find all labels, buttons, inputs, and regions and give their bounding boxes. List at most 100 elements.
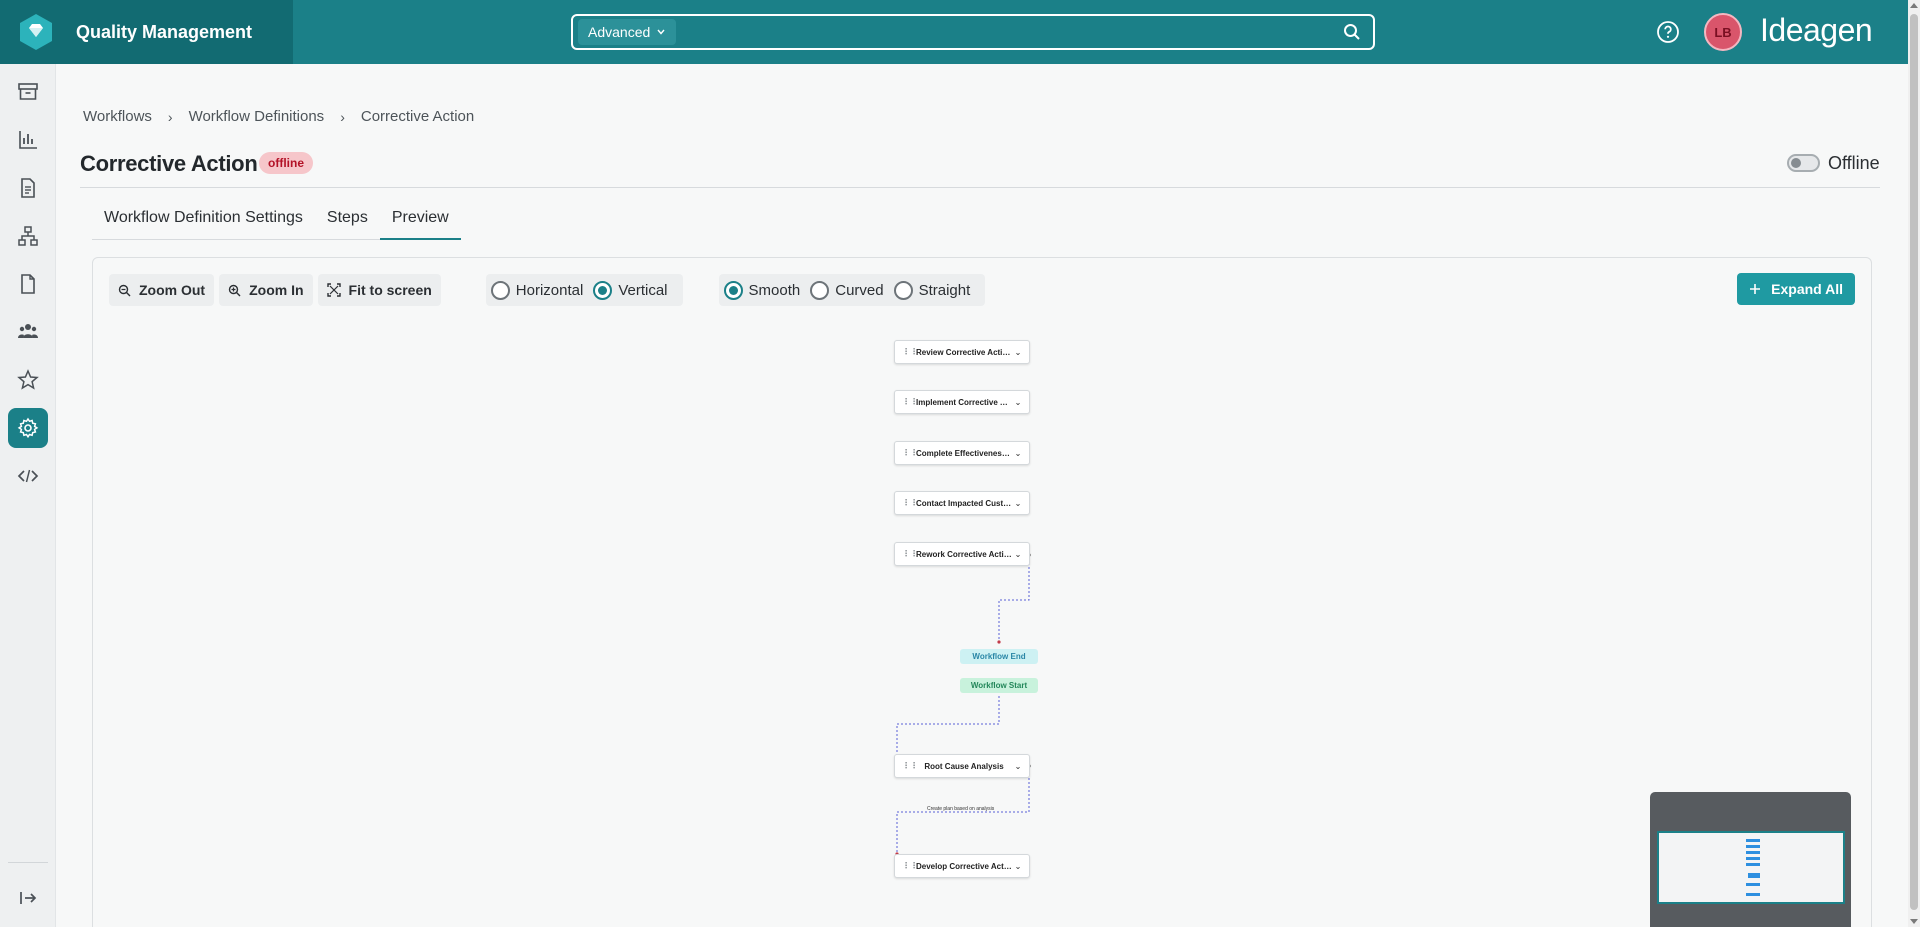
orientation-vertical[interactable]: Vertical [593,280,668,300]
zoom-out-button[interactable]: Zoom Out [109,274,215,306]
minimap[interactable] [1650,792,1851,927]
document-list-icon[interactable] [8,168,48,208]
zoom-in-button[interactable]: Zoom In [219,274,313,306]
minimap-node [1746,851,1760,854]
chart-icon[interactable] [8,120,48,160]
diamond-logo-icon[interactable] [18,12,54,52]
workflow-start-node[interactable]: Workflow Start [960,678,1038,693]
radio-vertical[interactable] [593,280,613,300]
orientation-horizontal[interactable]: Horizontal [490,280,584,300]
archive-icon[interactable] [8,72,48,112]
radio-smooth[interactable] [723,280,743,300]
app-title[interactable]: Quality Management [76,22,252,43]
help-icon[interactable] [1656,20,1680,44]
flow-node[interactable]: ⋮⋮ Contact Impacted Custo... ⌄ [894,491,1030,515]
drag-handle-icon[interactable]: ⋮⋮ [902,762,918,770]
minimap-node [1746,863,1760,866]
curved-label: Curved [835,281,884,299]
edge-style-straight[interactable]: Straight [893,280,971,300]
breadcrumb-current: Corrective Action [360,108,475,125]
search-mode-dropdown[interactable]: Advanced [578,19,677,45]
vendor-logo: Ideagen [1760,12,1873,48]
minimap-node [1746,845,1760,848]
horizontal-label: Horizontal [515,281,584,299]
minimap-node [1748,873,1760,878]
status-badge: offline [259,152,313,174]
drag-handle-icon[interactable]: ⋮⋮ [902,499,918,507]
canvas-toolbar: Zoom Out Zoom In Fit to screen Horizonta… [109,274,986,306]
straight-label: Straight [918,281,971,299]
zoom-in-icon [228,284,241,296]
chevron-down-icon[interactable]: ⌄ [1012,348,1024,357]
chevron-down-icon[interactable]: ⌄ [1012,499,1024,508]
drag-handle-icon[interactable]: ⋮⋮ [902,398,918,406]
scroll-up-icon[interactable] [1910,3,1918,8]
fit-to-screen-label: Fit to screen [348,282,432,298]
file-icon[interactable] [8,264,48,304]
fit-screen-icon [326,283,341,297]
edge-label: Create plan based on analysis [927,806,995,812]
drag-handle-icon[interactable]: ⋮⋮ [902,348,918,356]
sidebar-divider [8,862,48,863]
drag-handle-icon[interactable]: ⋮⋮ [902,449,918,457]
tab-steps[interactable]: Steps [315,208,380,240]
chevron-down-icon[interactable]: ⌄ [1012,449,1024,458]
search-input[interactable] [676,16,1337,48]
code-icon[interactable] [8,456,48,496]
scrollbar-thumb[interactable] [1910,14,1918,910]
gear-icon[interactable] [8,408,48,448]
radio-straight[interactable] [893,280,913,300]
flow-node[interactable]: ⋮⋮ Complete Effectiveness ... ⌄ [894,441,1030,465]
expand-all-label: Expand All [1771,281,1843,297]
flow-node[interactable]: ⋮⋮ Implement Corrective Ac... ⌄ [894,390,1030,414]
search-icon[interactable] [1337,17,1367,47]
chevron-down-icon[interactable]: ⌄ [1012,762,1024,771]
drag-handle-icon[interactable]: ⋮⋮ [902,862,918,870]
tab-preview[interactable]: Preview [379,208,461,240]
star-icon[interactable] [8,360,48,400]
vertical-scrollbar[interactable] [1908,0,1920,927]
offline-toggle-label: Offline [1828,153,1880,173]
flow-node[interactable]: ⋮⋮ Rework Corrective Action ⌄ [894,542,1030,566]
drag-handle-icon[interactable]: ⋮⋮ [902,550,918,558]
chevron-down-icon [657,29,665,35]
people-icon[interactable] [8,312,48,352]
flow-node[interactable]: ⋮⋮ Root Cause Analysis ⌄ [894,754,1030,778]
minimap-node [1746,857,1760,860]
minimap-node [1746,893,1760,896]
expand-all-button[interactable]: Expand All [1737,273,1855,305]
minimap-viewport[interactable] [1657,831,1845,904]
chevron-down-icon[interactable]: ⌄ [1012,550,1024,559]
edge-style-smooth[interactable]: Smooth [723,280,801,300]
hierarchy-icon[interactable] [8,216,48,256]
chevron-right-icon: › [340,108,345,125]
flow-node[interactable]: ⋮⋮ Review Corrective Actio... ⌄ [894,340,1030,364]
radio-horizontal[interactable] [490,280,510,300]
edge-style-radio-group: Smooth Curved Straight [718,274,986,306]
chevron-down-icon[interactable]: ⌄ [1012,862,1024,871]
tab-workflow-definition-settings[interactable]: Workflow Definition Settings [92,208,315,240]
avatar[interactable]: LB [1704,13,1742,51]
scroll-down-icon[interactable] [1910,919,1918,924]
brand-area: Quality Management [0,0,293,64]
smooth-label: Smooth [748,281,801,299]
workflow-end-node[interactable]: Workflow End [960,649,1038,664]
radio-curved[interactable] [810,280,830,300]
title-divider [80,187,1880,188]
breadcrumb-workflows[interactable]: Workflows [83,108,152,125]
flow-node[interactable]: ⋮⋮ Develop Corrective Acti... ⌄ [894,854,1030,878]
expand-sidebar-icon[interactable] [8,878,48,918]
breadcrumb: Workflows › Workflow Definitions › Corre… [83,108,474,125]
top-bar: Quality Management Advanced LB Ideagen [0,0,1908,64]
global-search: Advanced [571,14,1375,50]
flow-node-label: Develop Corrective Acti... [916,861,1012,871]
edge-style-curved[interactable]: Curved [810,280,884,300]
minimap-node [1746,839,1760,842]
orientation-radio-group: Horizontal Vertical [485,274,683,306]
breadcrumb-workflow-definitions[interactable]: Workflow Definitions [189,108,325,125]
workflow-preview-canvas[interactable]: Zoom Out Zoom In Fit to screen Horizonta… [92,257,1872,927]
offline-toggle[interactable] [1787,154,1820,172]
fit-to-screen-button[interactable]: Fit to screen [317,274,441,306]
chevron-down-icon[interactable]: ⌄ [1012,398,1024,407]
flow-node-label: Rework Corrective Action [916,549,1012,559]
